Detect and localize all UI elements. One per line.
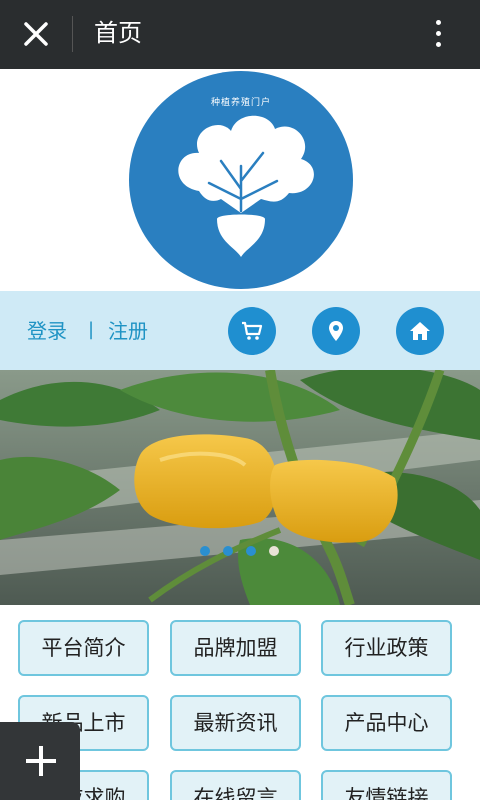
logo: 种植养殖门户	[129, 71, 353, 289]
top-bar: 首页	[0, 0, 480, 69]
category-button-friend-links[interactable]: 友情链接	[321, 770, 452, 800]
location-button[interactable]	[312, 307, 360, 355]
divider	[72, 16, 73, 52]
carousel-dot[interactable]	[200, 546, 210, 556]
account-bar: 登录 | 注册	[0, 291, 480, 370]
login-link[interactable]: 登录	[27, 318, 67, 344]
category-button-platform-intro[interactable]: 平台简介	[18, 620, 149, 676]
category-button-product-center[interactable]: 产品中心	[321, 695, 452, 751]
add-button[interactable]	[0, 722, 80, 800]
category-button-brand-franchise[interactable]: 品牌加盟	[170, 620, 301, 676]
carousel-dot[interactable]	[246, 546, 256, 556]
close-icon[interactable]	[18, 16, 54, 52]
location-pin-icon	[329, 321, 343, 341]
home-icon	[410, 322, 430, 340]
banner-image[interactable]	[0, 370, 480, 605]
register-link[interactable]: 注册	[108, 318, 148, 344]
category-button-online-message[interactable]: 在线留言	[170, 770, 301, 800]
category-button-industry-policy[interactable]: 行业政策	[321, 620, 452, 676]
carousel-dot[interactable]	[223, 546, 233, 556]
cart-icon	[242, 321, 263, 340]
more-vertical-icon[interactable]	[424, 16, 452, 52]
page-title: 首页	[94, 19, 142, 47]
separator: |	[88, 319, 95, 340]
pepper-photo	[0, 370, 480, 605]
carousel-dot-active[interactable]	[269, 546, 279, 556]
home-button[interactable]	[396, 307, 444, 355]
cabbage-icon	[178, 115, 314, 257]
cart-button[interactable]	[228, 307, 276, 355]
category-button-latest-news[interactable]: 最新资讯	[170, 695, 301, 751]
logo-area: 种植养殖门户	[0, 69, 480, 291]
